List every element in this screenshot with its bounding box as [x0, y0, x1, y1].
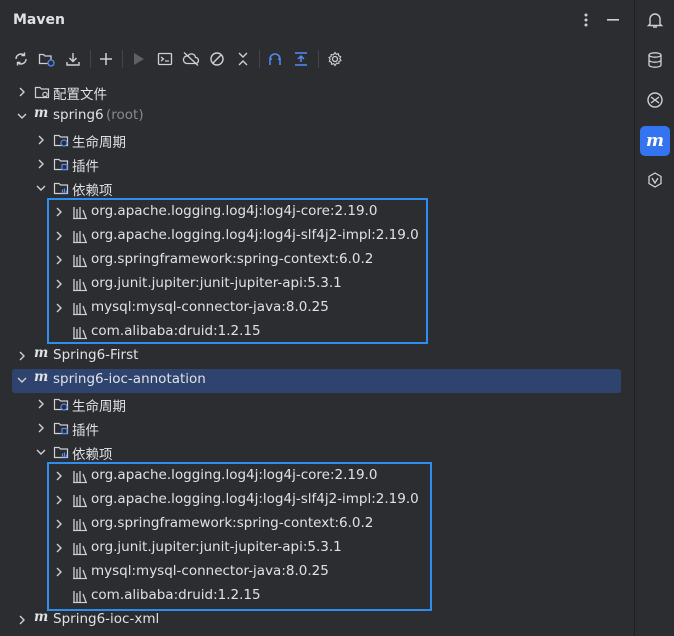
highlight-box-dependencies-2: [47, 462, 432, 611]
tree-node-spring6-ioc-xml[interactable]: m Spring6-ioc-xml: [0, 608, 634, 632]
right-tool-strip: m: [634, 0, 674, 636]
node-label: 插件: [72, 423, 99, 439]
tool-window-header: Maven: [0, 0, 634, 40]
maven-module-icon: m: [34, 609, 49, 625]
maven-tool-icon[interactable]: m: [640, 126, 670, 156]
node-label: 生命周期: [72, 399, 126, 415]
settings-folder-icon: [34, 84, 50, 100]
highlight-box-dependencies-1: [47, 198, 428, 344]
node-label: 插件: [72, 159, 99, 175]
node-label: Spring6-ioc-xml: [53, 611, 160, 627]
more-options-icon[interactable]: [576, 10, 596, 30]
tree-node-dependencies[interactable]: 依赖项: [0, 440, 634, 464]
node-label: 依赖项: [72, 183, 113, 199]
gradle-icon[interactable]: [640, 165, 670, 195]
chevron-down-icon[interactable]: [34, 445, 48, 459]
chevron-down-icon[interactable]: [34, 181, 48, 195]
database-icon[interactable]: [640, 45, 670, 75]
lifecycle-folder-icon: [53, 132, 69, 148]
maven-module-icon: m: [34, 345, 49, 361]
chevron-down-icon[interactable]: [15, 109, 29, 123]
reload-icon[interactable]: [9, 47, 33, 71]
maven-tool-window: Maven 配置文件 m spring6 (root) 生命周期 插件 依赖项 …: [0, 0, 634, 636]
tree-node-plugins[interactable]: 插件: [0, 152, 634, 176]
node-label: 生命周期: [72, 135, 126, 151]
chevron-right-icon[interactable]: [34, 133, 48, 147]
execute-goal-icon[interactable]: [153, 47, 177, 71]
maven-module-icon: m: [34, 369, 49, 385]
node-label: 依赖项: [72, 447, 113, 463]
maven-module-icon: m: [34, 105, 49, 121]
collapse-all-icon[interactable]: [231, 47, 255, 71]
add-project-icon[interactable]: [94, 47, 118, 71]
chevron-right-icon[interactable]: [15, 613, 29, 627]
minimize-icon[interactable]: [603, 10, 623, 30]
dependencies-folder-icon: [53, 180, 69, 196]
tree-node-dependencies[interactable]: 依赖项: [0, 176, 634, 200]
tree-node-lifecycle[interactable]: 生命周期: [0, 128, 634, 152]
node-label: spring6: [53, 107, 104, 123]
maven-toolbar: [0, 45, 634, 73]
notifications-icon[interactable]: [640, 5, 670, 35]
dependencies-folder-icon: [53, 444, 69, 460]
root-suffix: (root): [106, 107, 144, 123]
tree-node-plugins[interactable]: 插件: [0, 416, 634, 440]
tree-node-spring6[interactable]: m spring6 (root): [0, 104, 634, 128]
offline-mode-icon[interactable]: [179, 47, 203, 71]
ai-assistant-icon[interactable]: [640, 85, 670, 115]
skip-tests-icon[interactable]: [205, 47, 229, 71]
tree-node-spring6-ioc-annotation[interactable]: m spring6-ioc-annotation: [0, 368, 634, 392]
node-label: spring6-ioc-annotation: [53, 371, 206, 387]
chevron-down-icon[interactable]: [15, 373, 29, 387]
lifecycle-folder-icon: [53, 396, 69, 412]
chevron-right-icon[interactable]: [15, 85, 29, 99]
chevron-right-icon[interactable]: [34, 157, 48, 171]
plugins-folder-icon: [53, 156, 69, 172]
plugins-folder-icon: [53, 420, 69, 436]
tree-node-spring6-first[interactable]: m Spring6-First: [0, 344, 634, 368]
collapse-modules-icon[interactable]: [289, 47, 313, 71]
generate-sources-icon[interactable]: [35, 47, 59, 71]
tree-node-lifecycle[interactable]: 生命周期: [0, 392, 634, 416]
chevron-right-icon[interactable]: [34, 421, 48, 435]
run-icon[interactable]: [127, 47, 151, 71]
node-label: 配置文件: [53, 87, 107, 103]
chevron-right-icon[interactable]: [15, 349, 29, 363]
chevron-right-icon[interactable]: [34, 397, 48, 411]
download-sources-icon[interactable]: [61, 47, 85, 71]
show-dependencies-icon[interactable]: [263, 47, 287, 71]
panel-title: Maven: [13, 12, 65, 28]
node-label: Spring6-First: [53, 347, 139, 363]
tree-node-config-files[interactable]: 配置文件: [0, 80, 634, 104]
settings-icon[interactable]: [323, 47, 347, 71]
